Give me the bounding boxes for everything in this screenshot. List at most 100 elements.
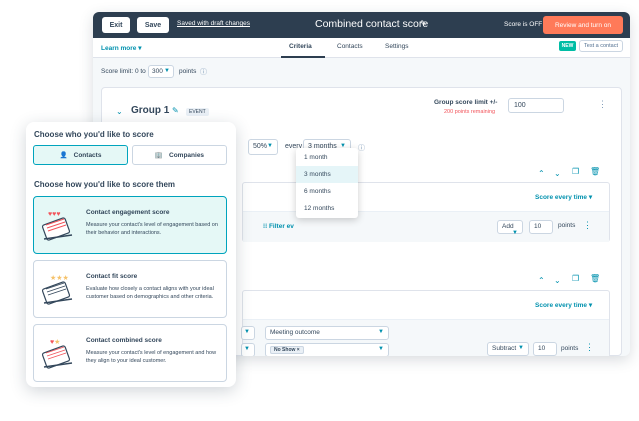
score-limit-label: Score limit: 0 to	[101, 68, 146, 75]
delete-icon[interactable]: 🗑	[590, 274, 600, 283]
tab-contacts[interactable]: Contacts	[337, 43, 363, 50]
collapse-chevron-icon[interactable]: ⌄	[116, 107, 123, 116]
combined-score-option[interactable]: ♥★ Contact combined score Measure your c…	[33, 324, 227, 382]
test-contact-button[interactable]: Test a contact	[579, 40, 623, 52]
engagement-laptop-illustration: ♥♥♥	[41, 211, 73, 241]
chevron-down-icon: ▼	[267, 143, 273, 149]
top-bar: Exit Save Saved with draft changes Combi…	[93, 12, 630, 38]
option-title: Contact combined score	[86, 337, 162, 344]
chevron-down-icon: ▼	[244, 346, 250, 352]
action-value: Add	[502, 223, 514, 230]
learn-more-link[interactable]: Learn more ▾	[101, 44, 141, 52]
option-description: Measure your contact's level of engageme…	[86, 350, 217, 365]
delete-icon[interactable]: 🗑	[590, 167, 600, 176]
period-option[interactable]: 6 months	[296, 183, 358, 200]
learn-more-label: Learn more	[101, 45, 137, 52]
score-every-time-select[interactable]: Score every time ▾	[535, 193, 592, 201]
choose-how-heading: Choose how you'd like to score them	[34, 180, 176, 189]
svg-text:♥♥♥: ♥♥♥	[48, 211, 60, 218]
more-vertical-icon[interactable]: ⋮	[585, 342, 594, 353]
edit-group-pencil-icon[interactable]: ✎	[172, 106, 179, 115]
option-title: Contact engagement score	[86, 209, 170, 216]
points-input[interactable]: 10	[533, 342, 557, 356]
tab-criteria[interactable]: Criteria	[289, 43, 312, 50]
score-limit-value: 300	[152, 68, 163, 75]
score-status: Score is OFF	[504, 21, 543, 28]
chevron-down-icon: ▾	[588, 194, 593, 201]
filter-label: Filter ev	[268, 223, 294, 230]
chevron-down-icon: ▾	[138, 45, 142, 52]
value-tag-label: No Show	[274, 347, 296, 353]
period-dropdown-menu: 1 month 3 months 6 months 12 months	[296, 148, 358, 218]
event-badge: EVENT	[186, 108, 209, 116]
move-up-icon[interactable]: ⌃	[538, 276, 545, 285]
points-unit: points	[561, 345, 579, 352]
score-every-label: Score every time	[535, 194, 588, 201]
points-unit: points	[558, 222, 576, 229]
tab-bar: Learn more ▾ Criteria Contacts Settings …	[93, 38, 630, 58]
chevron-down-icon: ▼	[518, 345, 524, 351]
new-badge: NEW	[559, 41, 576, 51]
filter-icon: ⁝⁝	[263, 223, 268, 230]
svg-text:★★★: ★★★	[50, 274, 69, 282]
points-remaining: 200 points remaining	[444, 109, 496, 115]
companies-toggle[interactable]: 🏢 Companies	[132, 145, 227, 165]
chevron-down-icon: ▼	[244, 329, 250, 335]
action-select[interactable]: Add ▼	[497, 220, 523, 236]
exit-button[interactable]: Exit	[102, 17, 130, 33]
operator-select[interactable]: ▼	[241, 343, 255, 356]
combined-laptop-illustration: ♥★	[41, 338, 73, 369]
fit-laptop-illustration: ★★★	[41, 274, 73, 305]
info-icon[interactable]: ⓘ	[358, 143, 365, 153]
page-title: Combined contact score	[315, 18, 429, 30]
property-value: Meeting outcome	[270, 329, 320, 336]
svg-text:♥★: ♥★	[50, 338, 60, 346]
filter-events-button[interactable]: ⁝⁝ Filter ev	[263, 222, 294, 230]
points-input[interactable]: 10	[529, 220, 553, 234]
score-limit-select[interactable]: 300 ▼	[148, 65, 174, 78]
action-select[interactable]: Subtract ▼	[487, 342, 529, 356]
chevron-down-icon: ▼	[378, 346, 384, 352]
move-down-icon[interactable]: ⌄	[554, 276, 561, 285]
group-score-limit-input[interactable]: 100	[508, 98, 564, 113]
decay-percent-value: 50%	[253, 143, 268, 150]
engagement-score-option[interactable]: ♥♥♥ Contact engagement score Measure you…	[33, 196, 227, 254]
more-vertical-icon[interactable]: ⋮	[598, 99, 607, 110]
save-button[interactable]: Save	[137, 17, 169, 33]
score-type-panel: Choose who you'd like to score 👤 Contacts…	[26, 122, 236, 387]
more-vertical-icon[interactable]: ⋮	[583, 220, 592, 231]
option-title: Contact fit score	[86, 273, 138, 280]
group-score-limit-label: Group score limit +/-	[434, 99, 498, 106]
chevron-down-icon: ▼	[512, 230, 518, 236]
building-icon: 🏢	[154, 152, 164, 159]
property-select[interactable]: Meeting outcome ▼	[265, 326, 389, 340]
review-and-turn-on-button[interactable]: Review and turn on	[543, 16, 623, 34]
operator-select[interactable]: ▼	[241, 326, 255, 340]
info-icon[interactable]: ⓘ	[200, 67, 207, 77]
chevron-down-icon: ▼	[164, 68, 170, 74]
remove-tag-icon[interactable]: ×	[297, 347, 300, 353]
period-option-selected[interactable]: 3 months	[296, 166, 358, 183]
choose-who-heading: Choose who you'd like to score	[34, 130, 154, 139]
contacts-label: Contacts	[73, 151, 102, 159]
group-title: Group 1	[131, 105, 170, 116]
saved-status-link[interactable]: Saved with draft changes	[177, 20, 250, 27]
chevron-down-icon: ▼	[378, 329, 384, 335]
copy-icon[interactable]: ❐	[572, 167, 579, 176]
decay-percent-select[interactable]: 50% ▼	[248, 139, 278, 155]
chevron-down-icon: ▾	[588, 302, 593, 309]
period-option[interactable]: 12 months	[296, 200, 358, 217]
tab-settings[interactable]: Settings	[385, 43, 409, 50]
copy-icon[interactable]: ❐	[572, 274, 579, 283]
period-option[interactable]: 1 month	[296, 149, 358, 166]
move-down-icon[interactable]: ⌄	[554, 169, 561, 178]
score-every-label: Score every time	[535, 302, 588, 309]
criteria-section-2: Score every time ▾ ▼ Meeting outcome ▼ ▼ …	[241, 290, 610, 356]
option-description: Evaluate how closely a contact aligns wi…	[86, 286, 214, 301]
score-every-time-select[interactable]: Score every time ▾	[535, 301, 592, 309]
contacts-toggle[interactable]: 👤 Contacts	[33, 145, 128, 165]
fit-score-option[interactable]: ★★★ Contact fit score Evaluate how close…	[33, 260, 227, 318]
edit-title-pencil-icon[interactable]: ✎	[420, 19, 427, 28]
move-up-icon[interactable]: ⌃	[538, 169, 545, 178]
value-multiselect[interactable]: No Show × ▼	[265, 343, 389, 356]
